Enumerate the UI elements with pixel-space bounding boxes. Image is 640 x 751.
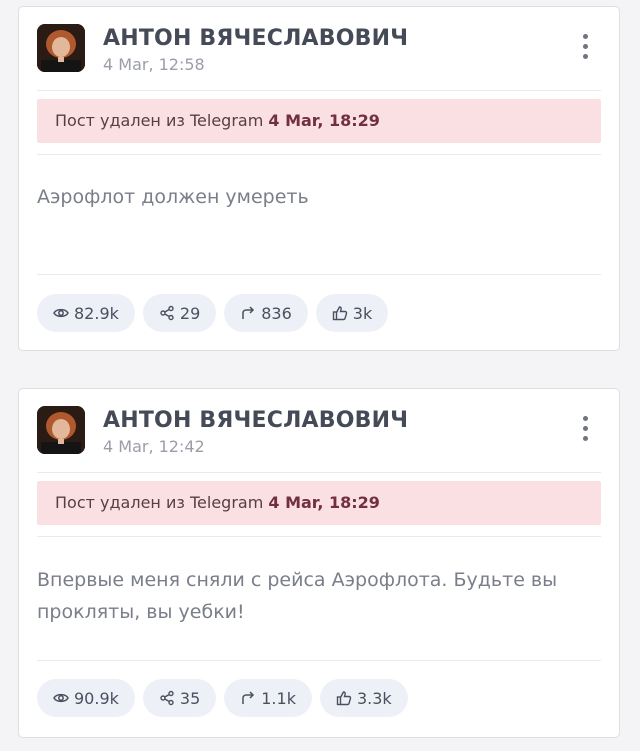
divider xyxy=(37,274,601,275)
likes-count: 3.3k xyxy=(356,688,392,708)
eye-icon xyxy=(53,305,69,321)
post-feed: АНТОН ВЯЧЕСЛАВОВИЧ 4 Mar, 12:58 Пост уда… xyxy=(0,0,640,751)
likes-counter[interactable]: 3.3k xyxy=(319,679,408,717)
post-stats: 82.9k 29 836 3k xyxy=(37,294,389,332)
divider xyxy=(37,90,601,91)
forward-arrow-icon xyxy=(240,305,256,321)
author-name[interactable]: АНТОН ВЯЧЕСЛАВОВИЧ xyxy=(103,26,408,51)
views-count: 82.9k xyxy=(74,303,119,323)
share-nodes-icon xyxy=(159,305,175,321)
share-nodes-icon xyxy=(159,690,175,706)
deleted-notice: Пост удален из Telegram 4 Mar, 18:29 xyxy=(37,481,601,525)
forwards-counter[interactable]: 1.1k xyxy=(224,679,312,717)
deleted-notice: Пост удален из Telegram 4 Mar, 18:29 xyxy=(37,99,601,143)
post-header: АНТОН ВЯЧЕСЛАВОВИЧ 4 Mar, 12:42 xyxy=(37,406,601,456)
divider xyxy=(37,660,601,661)
shares-counter[interactable]: 29 xyxy=(142,294,217,332)
post-header: АНТОН ВЯЧЕСЛАВОВИЧ 4 Mar, 12:58 xyxy=(37,24,601,74)
author-name[interactable]: АНТОН ВЯЧЕСЛАВОВИЧ xyxy=(103,408,408,433)
likes-counter[interactable]: 3k xyxy=(315,294,389,332)
more-vertical-icon[interactable] xyxy=(577,416,593,446)
deleted-notice-date: 4 Mar, 18:29 xyxy=(268,493,380,512)
avatar[interactable] xyxy=(37,24,85,72)
shares-counter[interactable]: 35 xyxy=(142,679,217,717)
forward-arrow-icon xyxy=(240,690,256,706)
post-date: 4 Mar, 12:58 xyxy=(103,55,205,74)
thumbs-up-icon xyxy=(336,690,352,706)
deleted-notice-date: 4 Mar, 18:29 xyxy=(268,111,380,130)
likes-count: 3k xyxy=(352,303,373,323)
forwards-count: 1.1k xyxy=(261,688,296,708)
eye-icon xyxy=(53,690,69,706)
post-date: 4 Mar, 12:42 xyxy=(103,437,205,456)
deleted-notice-text: Пост удален из Telegram xyxy=(55,493,269,512)
forwards-counter[interactable]: 836 xyxy=(224,294,308,332)
more-vertical-icon[interactable] xyxy=(577,34,593,64)
post-text: Впервые меня сняли с рейса Аэрофлота. Бу… xyxy=(37,569,558,623)
views-counter[interactable]: 82.9k xyxy=(37,294,135,332)
divider xyxy=(37,536,601,537)
post-card: АНТОН ВЯЧЕСЛАВОВИЧ 4 Mar, 12:42 Пост уда… xyxy=(18,388,620,738)
forwards-count: 836 xyxy=(261,303,292,323)
divider xyxy=(37,154,601,155)
shares-count: 29 xyxy=(179,303,201,323)
views-count: 90.9k xyxy=(74,688,119,708)
divider xyxy=(37,472,601,473)
post-card: АНТОН ВЯЧЕСЛАВОВИЧ 4 Mar, 12:58 Пост уда… xyxy=(18,6,620,351)
shares-count: 35 xyxy=(179,688,201,708)
thumbs-up-icon xyxy=(332,305,348,321)
views-counter[interactable]: 90.9k xyxy=(37,679,135,717)
deleted-notice-text: Пост удален из Telegram xyxy=(55,111,269,130)
post-text: Аэрофлот должен умереть xyxy=(37,186,309,208)
avatar[interactable] xyxy=(37,406,85,454)
post-stats: 90.9k 35 1.1k 3.3k xyxy=(37,679,408,717)
